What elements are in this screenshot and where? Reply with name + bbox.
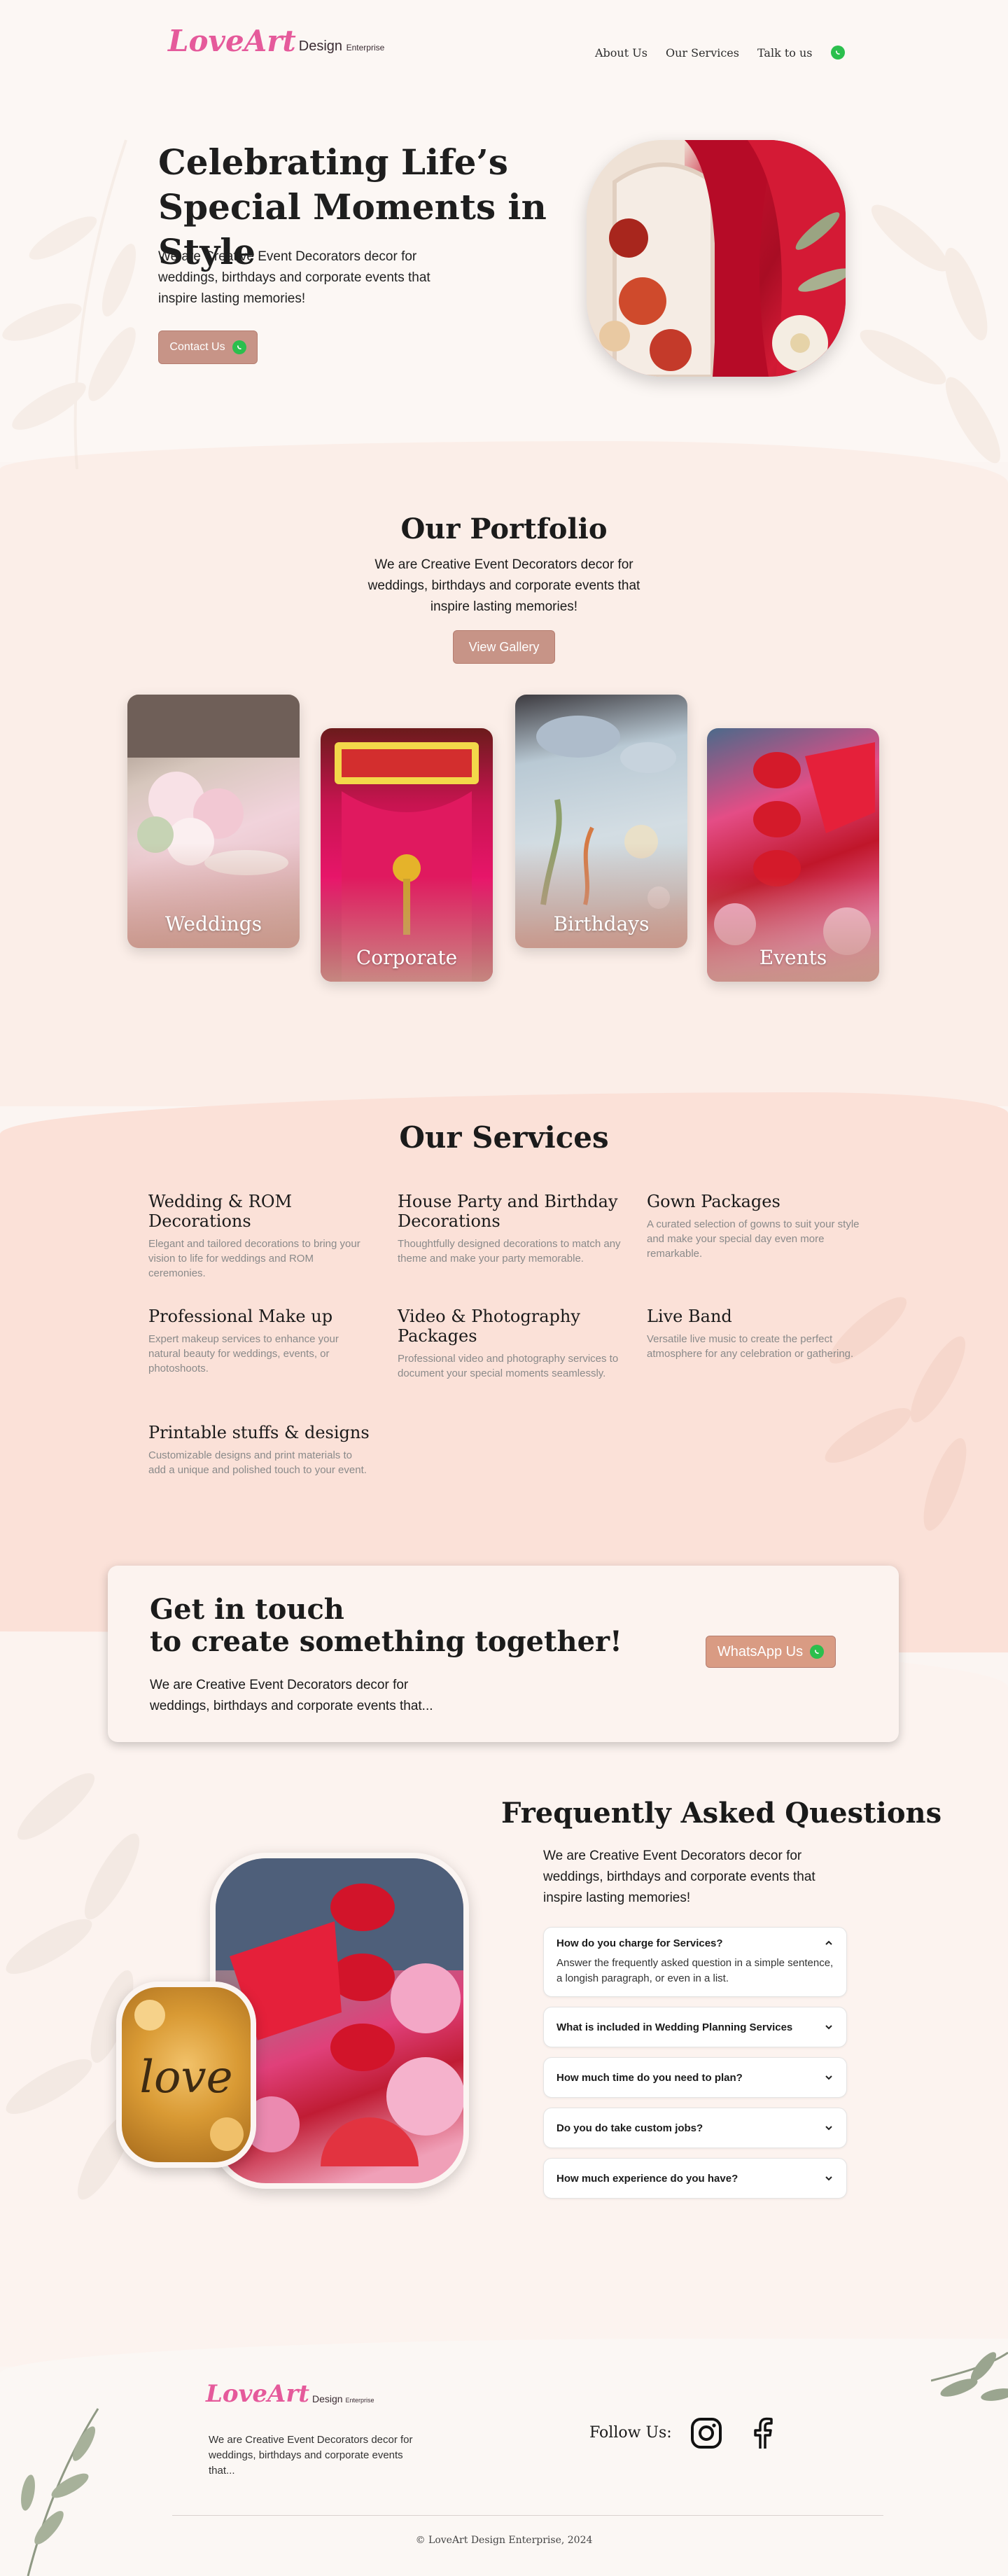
services-title: Our Services (399, 1120, 609, 1155)
chevron-down-icon[interactable] (824, 2173, 834, 2183)
logo-sub-small: Enterprise (345, 2397, 374, 2404)
faq-answer: Answer the frequently asked question in … (556, 1957, 834, 1984)
chevron-up-icon[interactable] (824, 1938, 834, 1948)
service-item-gown: Gown Packages A curated selection of gow… (647, 1192, 871, 1261)
service-item-printables: Printable stuffs & designs Customizable … (148, 1423, 372, 1477)
contact-us-label: Contact Us (169, 341, 225, 353)
faq-question[interactable]: Do you do take custom jobs? (556, 2108, 834, 2147)
hero-title-line1: Celebrating Life’s (158, 141, 508, 183)
service-title: Printable stuffs & designs (148, 1423, 370, 1442)
nav-our-services[interactable]: Our Services (666, 46, 739, 60)
service-item-wedding: Wedding & ROM Decorations Elegant and ta… (148, 1192, 372, 1281)
nav-about-us[interactable]: About Us (595, 46, 648, 60)
brand-logo[interactable]: LoveArt Design Enterprise (168, 25, 384, 57)
facebook-icon[interactable] (752, 2417, 773, 2449)
faq-question-text: Do you do take custom jobs? (556, 2122, 704, 2134)
faq-item[interactable]: How much time do you need to plan? (543, 2057, 847, 2098)
hero-image (587, 140, 846, 377)
card-label-weddings: Weddings (164, 912, 262, 935)
faq-question-text: How much time do you need to plan? (556, 2071, 743, 2084)
service-title: Professional Make up (148, 1307, 333, 1326)
faq-question[interactable]: How much time do you need to plan? (556, 2058, 834, 2097)
faq-list: How do you charge for Services? Answer t… (543, 1927, 847, 2208)
faq-love-balloon-image: love (116, 1982, 256, 2168)
logo-sub-small: Enterprise (346, 43, 385, 53)
logo-script-text: LoveArt (168, 24, 296, 58)
faq-item[interactable]: What is included in Wedding Planning Ser… (543, 2007, 847, 2047)
main-nav: About Us Our Services Talk to us (595, 46, 845, 60)
leaf-decoration-right-icon (860, 204, 1001, 464)
footer-brand-logo[interactable]: LoveArt Design Enterprise (206, 2381, 374, 2407)
faq-item[interactable]: Do you do take custom jobs? (543, 2108, 847, 2148)
service-desc: Thoughtfully designed decorations to mat… (398, 1238, 621, 1265)
logo-sub-main: Design (312, 2393, 343, 2404)
portfolio-card-corporate[interactable]: Corporate (321, 728, 493, 982)
faq-title: Frequently Asked Questions (501, 1797, 942, 1830)
contact-cta-card: Get in touch to create something togethe… (108, 1566, 899, 1742)
faq-subtitle: We are Creative Event Decorators decor f… (543, 1849, 816, 1905)
leaf-decoration-services-icon (825, 1297, 967, 1531)
whatsapp-icon[interactable] (830, 46, 845, 60)
service-desc: Versatile live music to create the perfe… (647, 1333, 854, 1360)
portfolio-subtitle: We are Creative Event Decorators decor f… (368, 557, 640, 614)
chevron-down-icon[interactable] (824, 2022, 834, 2032)
service-title: Live Band (647, 1307, 732, 1326)
faq-item[interactable]: How do you charge for Services? Answer t… (543, 1927, 847, 1997)
whatsapp-us-button[interactable]: WhatsApp Us (706, 1636, 836, 1668)
logo-sub-text: Design Enterprise (299, 39, 385, 55)
nav-talk-to-us[interactable]: Talk to us (757, 46, 813, 60)
follow-us-label: Follow Us: (589, 2424, 672, 2442)
portfolio-card-events[interactable]: Events (707, 728, 879, 982)
service-desc: Expert makeup services to enhance your n… (148, 1333, 339, 1374)
logo-sub-main: Design (298, 39, 343, 54)
faq-question-text: How do you charge for Services? (556, 1937, 723, 1949)
chevron-down-icon[interactable] (824, 2123, 834, 2133)
service-item-live-band: Live Band Versatile live music to create… (647, 1307, 871, 1361)
leaf-decoration-left-icon (2, 139, 136, 470)
portfolio-card-weddings[interactable]: Weddings (127, 695, 300, 948)
logo-script-text: LoveArt (206, 2380, 309, 2408)
cta-subtitle: We are Creative Event Decorators decor f… (150, 1678, 433, 1713)
service-title: House Party and Birthday Decorations (398, 1192, 618, 1231)
copyright-text: © LoveArt Design Enterprise, 2024 (415, 2535, 593, 2546)
service-title: Video & Photography Packages (398, 1307, 580, 1346)
leaf-decoration-footer-left-icon (21, 2408, 99, 2576)
faq-question[interactable]: How do you charge for Services? (556, 1928, 834, 1958)
faq-question-text: What is included in Wedding Planning Ser… (556, 2021, 793, 2033)
whatsapp-icon (810, 1645, 825, 1659)
service-item-house-party: House Party and Birthday Decorations Tho… (398, 1192, 622, 1266)
footer-subtitle: We are Creative Event Decorators decor f… (209, 2434, 413, 2477)
faq-item[interactable]: How much experience do you have? (543, 2158, 847, 2199)
svg-text:love: love (139, 2052, 232, 2103)
faq-question[interactable]: What is included in Wedding Planning Ser… (556, 2007, 834, 2047)
instagram-icon[interactable] (690, 2417, 722, 2449)
faq-question[interactable]: How much experience do you have? (556, 2159, 834, 2198)
cta-title-line1: Get in touch (150, 1593, 344, 1626)
card-label-birthdays: Birthdays (553, 912, 650, 935)
leaf-decoration-footer-right-icon (931, 2351, 1008, 2401)
service-item-video: Video & Photography Packages Professiona… (398, 1307, 622, 1381)
hero-subtitle: We are Creative Event Decorators decor f… (158, 249, 430, 306)
cta-title: Get in touch to create something togethe… (150, 1594, 622, 1658)
service-desc: Elegant and tailored decorations to brin… (148, 1238, 360, 1279)
service-desc: A curated selection of gowns to suit you… (647, 1218, 860, 1260)
service-desc: Customizable designs and print materials… (148, 1449, 367, 1476)
service-desc: Professional video and photography servi… (398, 1353, 619, 1379)
footer-divider (172, 2515, 883, 2516)
card-label-corporate: Corporate (356, 946, 458, 969)
faq-question-text: How much experience do you have? (556, 2172, 738, 2185)
portfolio-title: Our Portfolio (400, 513, 608, 545)
whatsapp-us-label: WhatsApp Us (717, 1643, 804, 1659)
chevron-down-icon[interactable] (824, 2073, 834, 2082)
logo-sub-text: Design Enterprise (312, 2393, 374, 2404)
view-gallery-button[interactable]: View Gallery (453, 630, 555, 664)
portfolio-card-birthdays[interactable]: Birthdays (515, 695, 687, 948)
contact-us-button[interactable]: Contact Us (158, 330, 258, 364)
whatsapp-icon (232, 340, 246, 354)
cta-title-line2: to create something together! (150, 1625, 622, 1658)
service-item-makeup: Professional Make up Expert makeup servi… (148, 1307, 372, 1376)
card-label-events: Events (759, 946, 827, 969)
service-title: Gown Packages (647, 1192, 780, 1211)
service-title: Wedding & ROM Decorations (148, 1192, 293, 1231)
